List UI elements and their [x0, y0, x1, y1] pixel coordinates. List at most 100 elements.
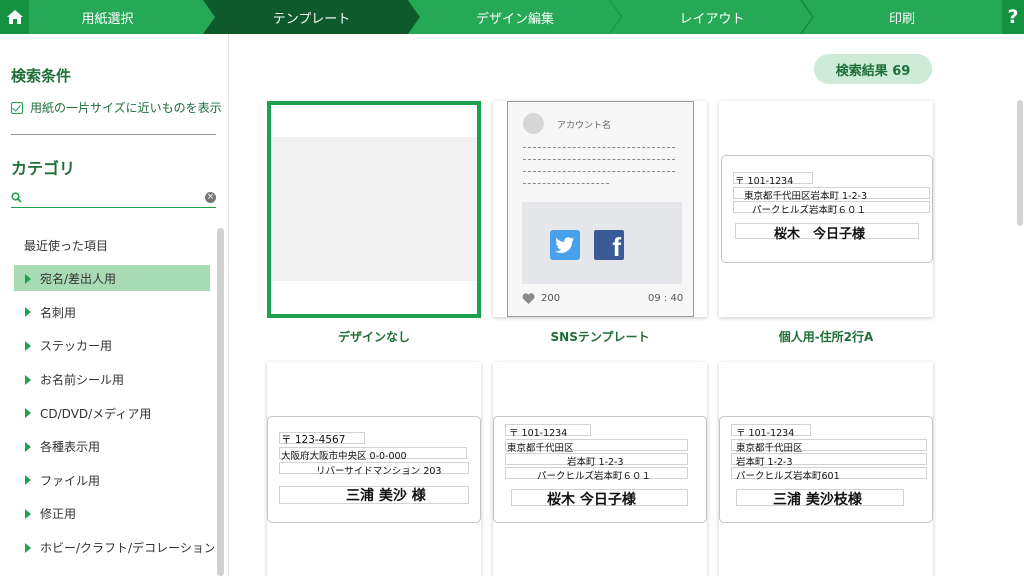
category-item[interactable]: お名前シール用	[0, 363, 214, 397]
category-label: 宛名/差出人用	[40, 272, 117, 287]
category-label: ホビー/クラフト/デコレーション用	[40, 541, 214, 556]
step-label: 用紙選択	[81, 11, 134, 27]
template-label: SNSテンプレート	[550, 330, 650, 344]
step-print[interactable]: 印刷	[802, 0, 1002, 34]
category-item[interactable]: 修正用	[0, 497, 214, 531]
template-label: 個人用-住所2行A	[778, 330, 874, 344]
recipient-name: 三浦 美沙 様	[346, 488, 426, 504]
recent-items[interactable]: 最近使った項目	[0, 228, 214, 262]
address-line: 東京都千代田区	[507, 443, 574, 454]
template-card-osaka[interactable]: 〒 123-4567 大阪府大阪市中央区 0-0-000 リバーサイドマンション…	[267, 362, 481, 576]
postal-code: 〒 123-4567	[281, 434, 346, 446]
like-count: 200	[522, 293, 560, 304]
post-time: 09 : 40	[648, 293, 684, 304]
address-line: パークヒルズ岩本町601	[736, 471, 840, 482]
step-layout[interactable]: レイアウト	[610, 0, 814, 34]
chevron-right-icon	[25, 508, 31, 519]
recipient-name: 三浦 美沙枝様	[773, 492, 862, 508]
recipient-name: 桜木 今日子様	[774, 227, 866, 242]
address-line: 岩本町 1-2-3	[736, 457, 793, 468]
template-card-tokyo-b[interactable]: 〒 101-1234 東京都千代田区 岩本町 1-2-3 パークヒルズ岩本町６０…	[493, 362, 707, 576]
category-item[interactable]: ステッカー用	[0, 329, 214, 363]
chevron-right-icon	[25, 307, 31, 318]
blank-preview	[271, 137, 477, 281]
postal-code: 〒 101-1234	[736, 428, 795, 439]
text-placeholder-line	[523, 171, 675, 172]
category-item[interactable]: 名刺用	[0, 296, 214, 330]
like-count-value: 200	[541, 293, 561, 304]
address-label-preview: 〒 101-1234 東京都千代田区 岩本町 1-2-3 パークヒルズ岩本町60…	[719, 416, 933, 523]
category-search: ×	[11, 188, 216, 208]
category-item[interactable]: CD/DVD/メディア用	[0, 396, 214, 430]
category-item[interactable]: ホビー/クラフト/デコレーション用	[0, 531, 214, 565]
step-label: テンプレート	[272, 11, 351, 27]
template-label: デザインなし	[337, 330, 410, 344]
avatar	[523, 113, 544, 134]
text-placeholder-line	[523, 147, 675, 148]
chevron-right-icon	[25, 374, 31, 385]
chevron-right-icon	[25, 475, 31, 486]
scrollbar-thumb[interactable]	[217, 228, 224, 576]
home-icon	[6, 10, 23, 24]
help-icon: ?	[1007, 6, 1019, 28]
address-line: リバーサイドマンション 203	[316, 466, 442, 477]
step-template[interactable]: テンプレート	[203, 0, 420, 34]
size-filter-label: 用紙の一片サイズに近いものを表示	[30, 101, 222, 115]
address-line: 大阪府大阪市中央区 0-0-000	[281, 451, 407, 462]
step-design-edit[interactable]: デザイン編集	[408, 0, 622, 34]
address-label-preview: 〒 101-1234 東京都千代田区 岩本町 1-2-3 パークヒルズ岩本町６０…	[493, 416, 707, 523]
sns-preview: アカウント名 f 200 09 : 40	[507, 101, 694, 317]
postal-code: 〒 101-1234	[509, 428, 568, 439]
template-card-tokyo-c[interactable]: 〒 101-1234 東京都千代田区 岩本町 1-2-3 パークヒルズ岩本町60…	[719, 362, 933, 576]
address-line: 東京都千代田区	[736, 443, 803, 454]
address-line: 岩本町 1-2-3	[567, 457, 624, 468]
chevron-right-icon	[25, 408, 31, 419]
chevron-right-icon	[25, 273, 31, 284]
category-label: 名刺用	[40, 305, 77, 320]
address-label-preview: 〒 101-1234 東京都千代田区岩本町 1-2-3 パークヒルズ岩本町６０１…	[721, 155, 933, 263]
sidebar-scrollbar[interactable]	[217, 228, 224, 576]
category-title: カテゴリ	[11, 159, 76, 178]
chevron-right-icon	[25, 340, 31, 351]
address-label-preview: 〒 123-4567 大阪府大阪市中央区 0-0-000 リバーサイドマンション…	[267, 416, 481, 523]
result-count-badge: 検索結果 69	[814, 54, 932, 84]
heart-icon	[522, 293, 535, 304]
chevron-right-icon	[25, 441, 31, 452]
template-card-personal-a[interactable]: 〒 101-1234 東京都千代田区岩本町 1-2-3 パークヒルズ岩本町６０１…	[719, 101, 933, 317]
address-line: パークヒルズ岩本町６０１	[537, 471, 652, 482]
step-label: 印刷	[888, 11, 915, 27]
category-item[interactable]: ファイル用	[0, 464, 214, 498]
address-line: 東京都千代田区岩本町 1-2-3	[744, 191, 868, 202]
facebook-icon: f	[594, 230, 624, 260]
step-paper-select[interactable]: 用紙選択	[0, 0, 215, 34]
twitter-icon	[550, 230, 580, 260]
text-placeholder-line	[523, 183, 609, 184]
step-navigation-bar: 用紙選択 テンプレート デザイン編集 レイアウト 印刷 ?	[0, 0, 1024, 34]
clear-icon[interactable]: ×	[205, 192, 216, 203]
gallery-scrollbar-thumb[interactable]	[1017, 100, 1023, 226]
home-button[interactable]	[0, 0, 29, 34]
category-item[interactable]: 宛名/差出人用	[0, 262, 214, 296]
step-label: レイアウト	[679, 11, 745, 27]
help-button[interactable]: ?	[1002, 0, 1024, 34]
template-card-blank[interactable]	[267, 101, 481, 318]
category-label: ステッカー用	[40, 339, 113, 354]
recipient-name: 桜木 今日子様	[547, 492, 636, 508]
category-search-input[interactable]	[26, 188, 205, 207]
postal-code: 〒 101-1234	[735, 176, 794, 187]
chevron-right-icon	[25, 542, 31, 553]
search-icon	[11, 192, 22, 203]
sidebar: 検索条件 用紙の一片サイズに近いものを表示 カテゴリ × 最近使った項目 宛名/…	[0, 34, 229, 576]
category-label: お名前シール用	[40, 373, 125, 388]
template-gallery: 検索結果 69 デザインなし アカウント名 f 200 09 : 40 SNSテ…	[230, 34, 1024, 576]
category-label: CD/DVD/メディア用	[40, 406, 152, 421]
category-item[interactable]: 各種表示用	[0, 430, 214, 464]
category-label: ファイル用	[40, 473, 101, 488]
account-name: アカウント名	[557, 121, 612, 131]
category-list: 最近使った項目 宛名/差出人用 名刺用 ステッカー用 お名前シール用 CD/DV…	[0, 228, 214, 564]
text-placeholder-line	[523, 159, 675, 160]
recent-items-label: 最近使った項目	[24, 238, 109, 253]
search-conditions-title: 検索条件	[11, 67, 72, 85]
size-filter-checkbox[interactable]: 用紙の一片サイズに近いものを表示	[11, 99, 222, 116]
address-line: パークヒルズ岩本町６０１	[752, 205, 867, 216]
